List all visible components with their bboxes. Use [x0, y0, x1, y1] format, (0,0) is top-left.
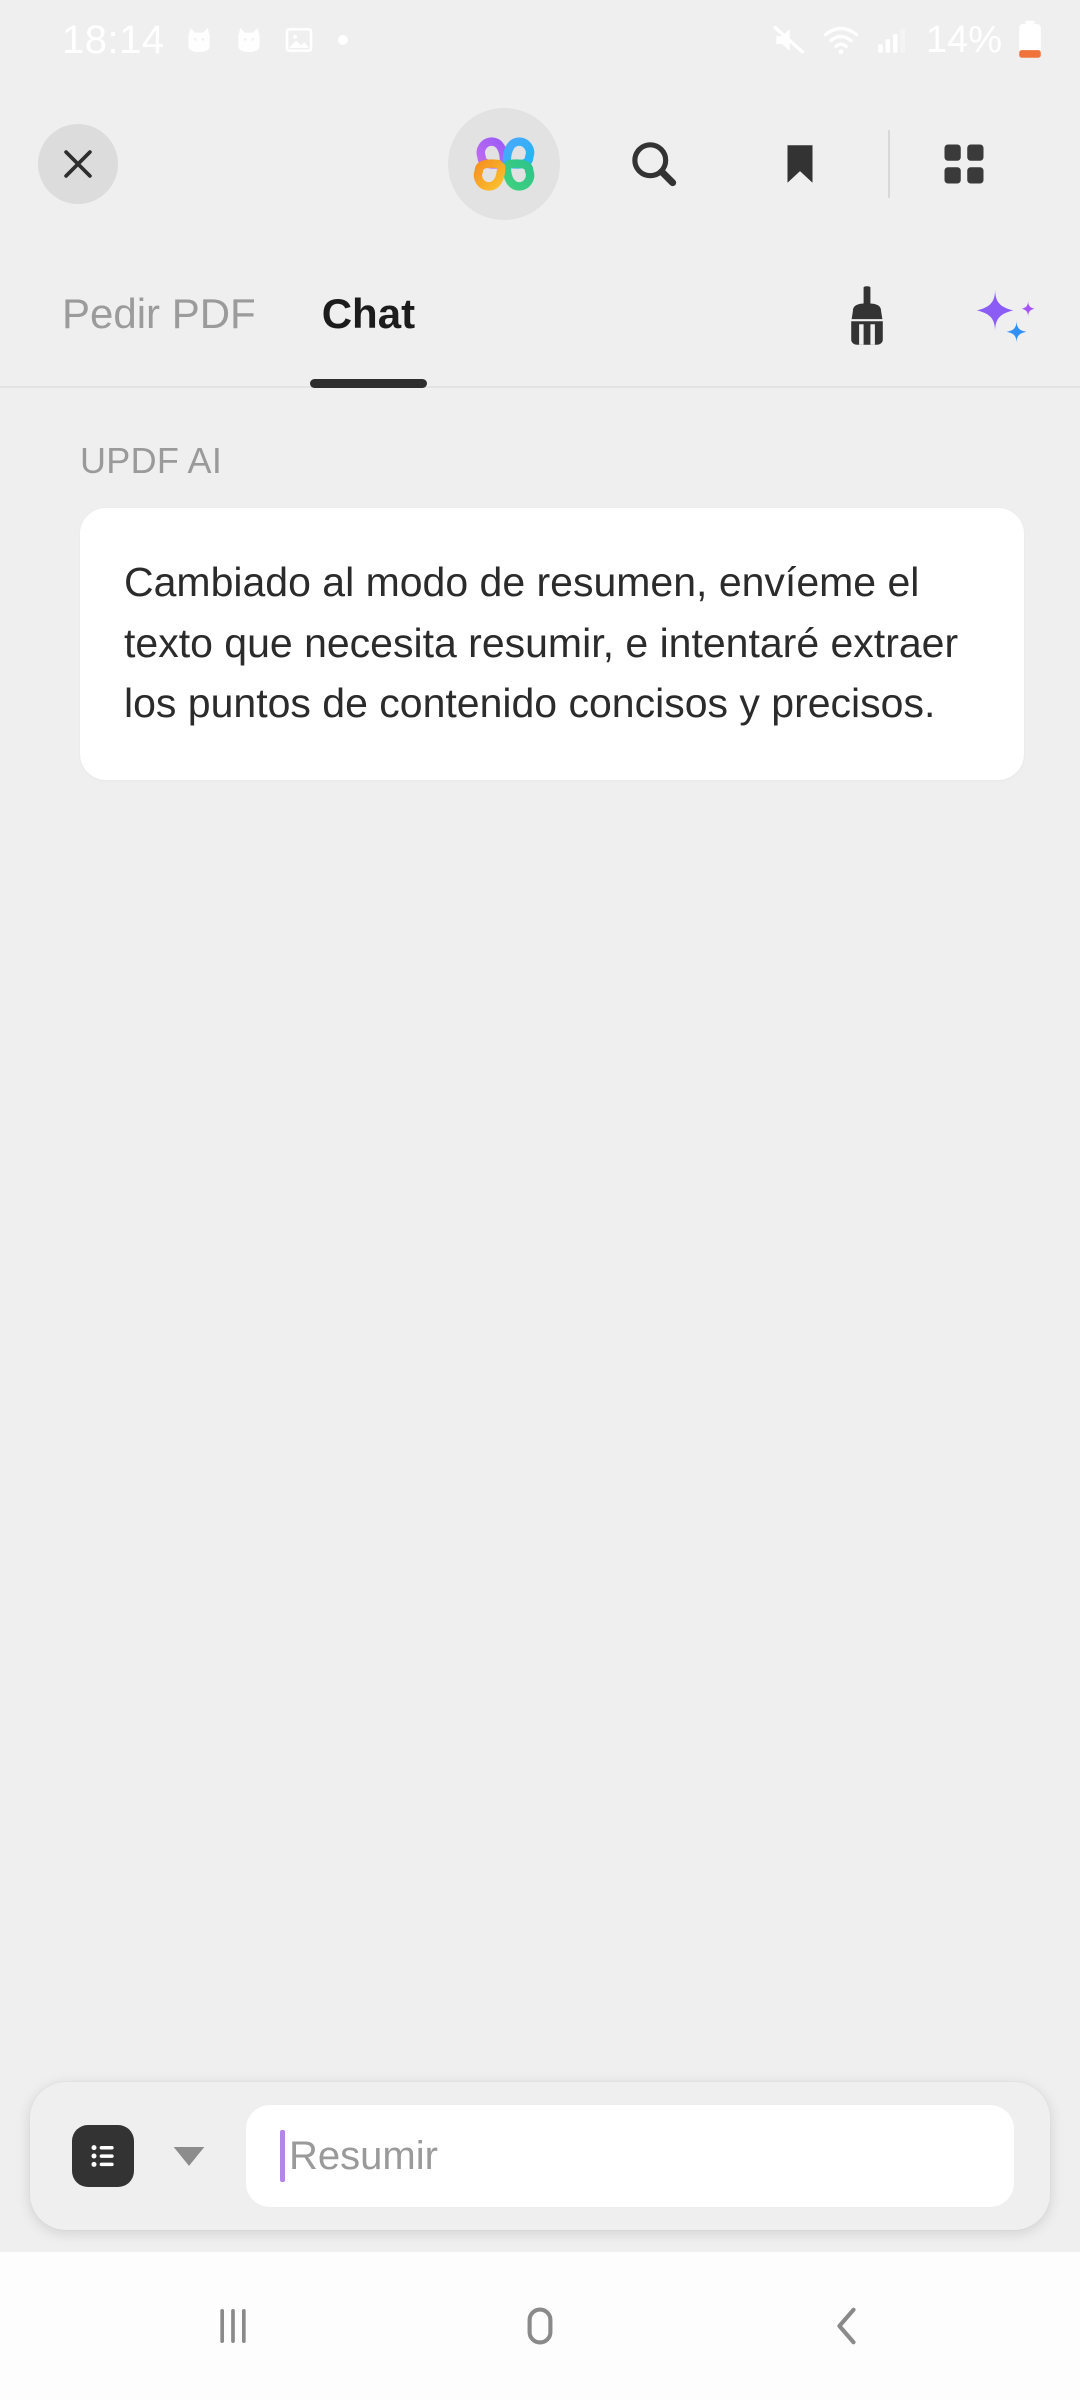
status-time: 18:14	[62, 18, 165, 62]
input-bar-container: Resumir	[0, 2082, 1080, 2252]
battery-percent: 14%	[925, 19, 1002, 61]
tab-bar: Pedir PDF Chat	[0, 248, 1080, 388]
prompt-list-button[interactable]	[72, 2125, 134, 2187]
message-sender-label: UPDF AI	[80, 440, 223, 481]
toolbar-divider	[888, 130, 890, 198]
list-menu-icon	[91, 2145, 114, 2167]
dot-indicator-icon	[337, 35, 348, 45]
home-icon	[527, 2307, 553, 2345]
bookmark-icon	[787, 145, 813, 183]
back-button[interactable]	[782, 2261, 912, 2391]
ai-sparkles-button[interactable]	[966, 278, 1044, 356]
recents-button[interactable]	[168, 2261, 298, 2391]
recents-icon	[220, 2308, 247, 2344]
back-icon	[836, 2307, 856, 2345]
status-bar-left: 18:14	[62, 20, 353, 60]
text-cursor	[280, 2130, 285, 2182]
chat-message-list[interactable]: UPDF AI Cambiado al modo de resumen, env…	[0, 388, 1080, 2082]
gallery-image-icon	[285, 28, 312, 52]
message-bubble[interactable]: Cambiado al modo de resumen, envíeme el …	[80, 508, 1024, 781]
search-button[interactable]	[606, 116, 702, 212]
chevron-down-icon	[173, 2147, 205, 2166]
chat-input-placeholder: Resumir	[289, 2133, 438, 2178]
chat-input-bar: Resumir	[30, 2082, 1050, 2230]
top-toolbar	[0, 80, 1080, 248]
cellular-signal-icon	[878, 28, 905, 53]
cat-app-icon	[237, 28, 260, 52]
tab-chat[interactable]: Chat	[309, 290, 428, 388]
search-icon	[632, 142, 677, 187]
mode-dropdown-button[interactable]	[166, 2133, 212, 2179]
message-text: Cambiado al modo de resumen, envíeme el …	[124, 559, 959, 727]
status-bar-right: 14%	[770, 20, 1044, 60]
home-button[interactable]	[475, 2261, 605, 2391]
mute-icon	[773, 25, 805, 54]
close-icon	[64, 150, 92, 178]
updf-ai-clover-logo-icon	[473, 137, 535, 191]
app-screen: 18:14 14% Pedir PDF Chat UPDF AI Cambiad…	[0, 0, 1080, 2400]
chat-message: UPDF AI Cambiado al modo de resumen, env…	[80, 440, 1024, 781]
close-button[interactable]	[38, 124, 118, 204]
grid-apps-icon	[944, 144, 984, 184]
grid-apps-button[interactable]	[916, 116, 1012, 212]
battery-icon	[1019, 20, 1041, 58]
bookmark-button[interactable]	[752, 116, 848, 212]
status-bar: 18:14 14%	[0, 0, 1080, 80]
cat-app-icon	[187, 28, 210, 52]
tab-pedir-pdf[interactable]: Pedir PDF	[62, 290, 256, 344]
android-nav-bar	[0, 2252, 1080, 2400]
chat-text-input[interactable]: Resumir	[246, 2105, 1014, 2207]
wifi-icon	[823, 26, 859, 55]
ai-sparkles-icon	[976, 288, 1035, 344]
clear-chat-brush-icon	[851, 286, 883, 345]
tab-bar-actions	[828, 278, 1044, 356]
clear-chat-button[interactable]	[828, 278, 906, 356]
updf-ai-logo-button[interactable]	[448, 108, 560, 220]
